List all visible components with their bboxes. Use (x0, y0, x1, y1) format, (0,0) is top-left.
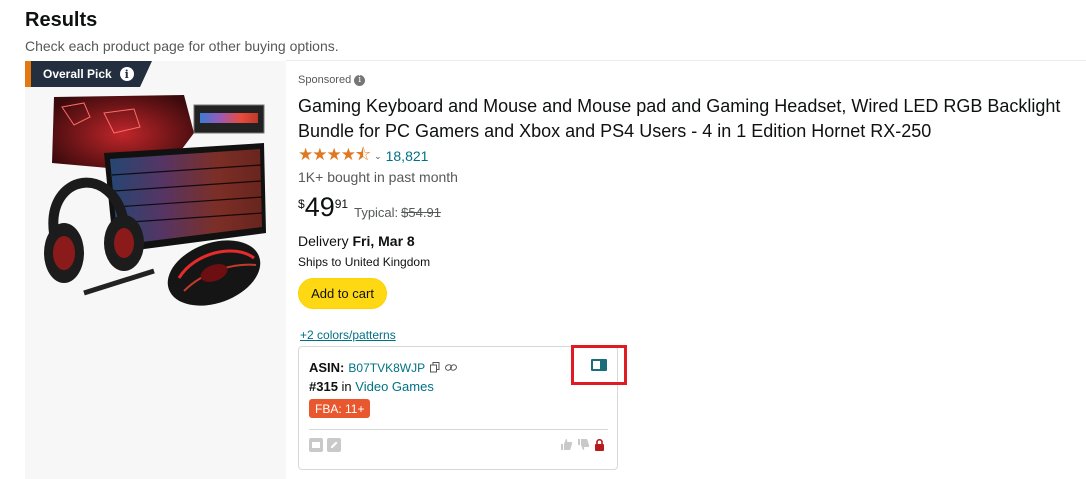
product-title[interactable]: Gaming Keyboard and Mouse and Mouse pad … (298, 94, 1068, 144)
overall-pick-badge: Overall Pick i (25, 61, 152, 87)
price-symbol: $ (298, 197, 305, 211)
sponsored-text: Sponsored (298, 74, 352, 86)
rating-count-link[interactable]: 18,821 (386, 148, 429, 164)
product-image[interactable] (44, 93, 268, 313)
add-to-cart-button[interactable]: Add to cart (298, 278, 387, 309)
sponsored-label[interactable]: Sponsored i (298, 74, 366, 86)
info-icon[interactable]: i (354, 74, 366, 86)
price-whole: 49 (304, 192, 335, 222)
extension-panel: ASIN: B07TVK8WJP #315 in Video Games FBA… (298, 346, 618, 470)
typical-price: Typical: $54.91 (354, 205, 441, 220)
extension-toolbar-left (309, 438, 341, 452)
copy-icon[interactable] (430, 362, 440, 373)
colors-patterns-link[interactable]: +2 colors/patterns (300, 328, 396, 342)
typical-label: Typical: (354, 205, 399, 220)
rating-row[interactable]: ★★★★⯪ ⌄ 18,821 (298, 145, 429, 165)
fba-badge: FBA: 11+ (309, 399, 371, 418)
results-heading: Results (25, 9, 98, 31)
edit-icon[interactable] (327, 438, 341, 452)
thumbs-down-icon[interactable] (577, 438, 590, 451)
chart-icon[interactable] (309, 438, 323, 452)
rank-in: in (341, 379, 352, 394)
info-icon[interactable]: i (119, 67, 134, 81)
ships-to: Ships to United Kingdom (298, 255, 431, 269)
delivery-date: Fri, Mar 8 (352, 233, 415, 249)
rank-value: #315 (309, 379, 338, 394)
extension-toolbar-right (560, 438, 605, 451)
divider (309, 429, 608, 430)
asin-value[interactable]: B07TVK8WJP (348, 361, 425, 375)
divider (286, 60, 1086, 61)
thumbs-up-icon[interactable] (560, 438, 573, 451)
typical-value: $54.91 (401, 205, 441, 220)
lock-icon[interactable] (594, 438, 605, 451)
asin-label: ASIN: (309, 360, 345, 375)
chevron-down-icon[interactable]: ⌄ (374, 151, 382, 162)
overall-pick-label: Overall Pick (43, 67, 112, 81)
price[interactable]: $ 49 91 Typical: $54.91 (298, 194, 441, 221)
rank-category-link[interactable]: Video Games (355, 379, 434, 394)
star-rating-icon[interactable]: ★★★★⯪ (298, 142, 371, 171)
results-subtitle: Check each product page for other buying… (25, 38, 339, 54)
bought-in-past-month: 1K+ bought in past month (298, 169, 458, 185)
delivery-label: Delivery (298, 233, 349, 249)
asin-row: ASIN: B07TVK8WJP (309, 360, 458, 375)
sidebar-panel-icon[interactable] (591, 359, 607, 371)
link-icon[interactable] (445, 363, 458, 372)
price-fraction: 91 (334, 197, 349, 211)
sales-rank: #315 in Video Games (309, 379, 434, 394)
badge-tail (139, 61, 152, 87)
delivery-info: Delivery Fri, Mar 8 (298, 233, 415, 249)
